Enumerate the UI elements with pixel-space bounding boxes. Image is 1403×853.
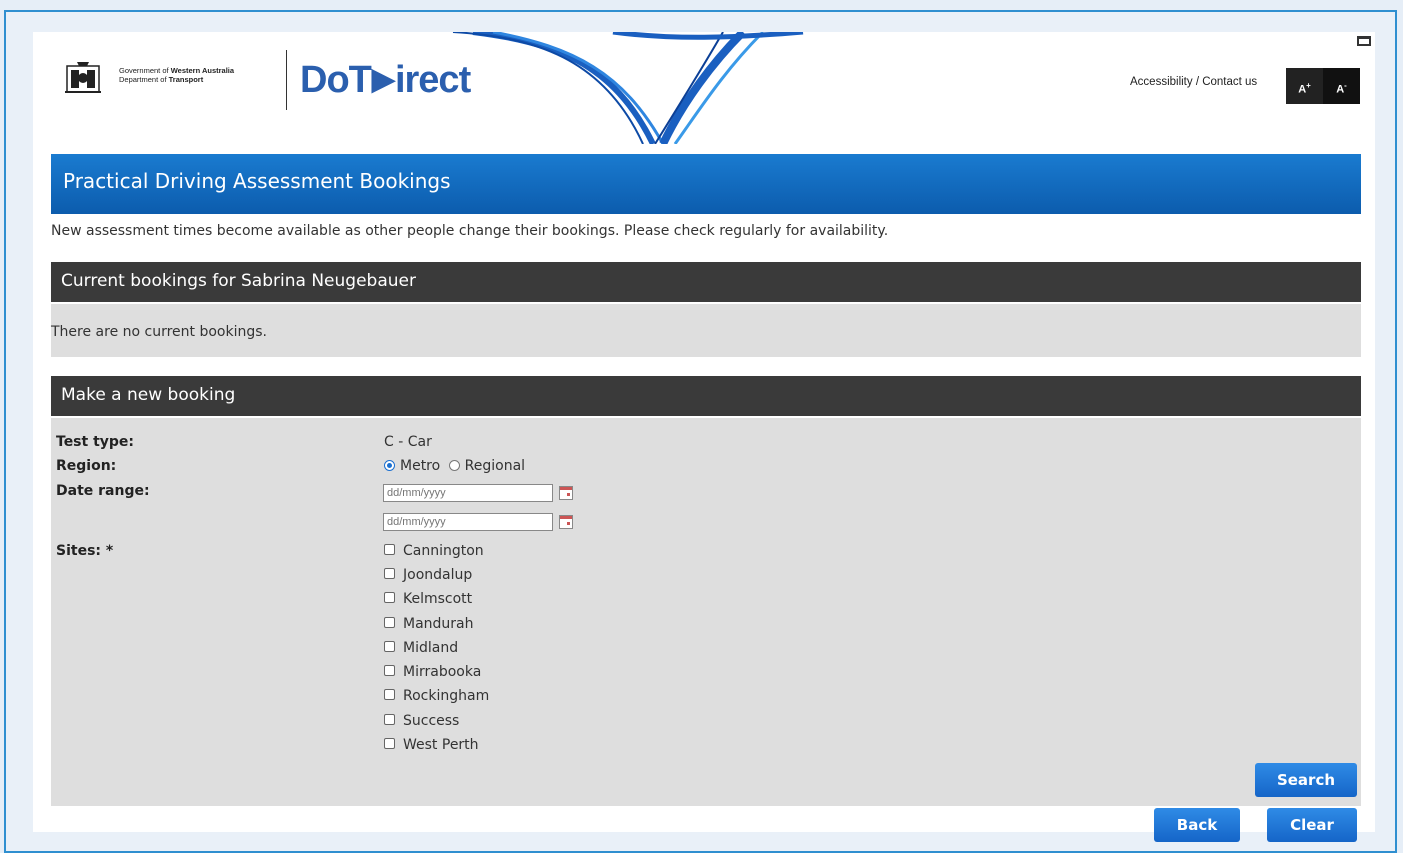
page-title: Practical Driving Assessment Bookings: [51, 154, 1361, 214]
new-booking-heading: Make a new booking: [51, 376, 1361, 416]
new-booking-form: Test type: C - Car Region: Metro Regiona…: [51, 418, 1361, 806]
font-decrease-button[interactable]: A-: [1323, 68, 1360, 104]
availability-notice: New assessment times become available as…: [51, 223, 889, 239]
site-option-west-perth[interactable]: West Perth: [384, 737, 479, 753]
minimize-icon[interactable]: [1357, 36, 1371, 46]
clear-button[interactable]: Clear: [1267, 808, 1357, 842]
current-bookings-heading: Current bookings for Sabrina Neugebauer: [51, 262, 1361, 302]
checkbox[interactable]: [384, 714, 395, 725]
region-regional-label: Regional: [464, 458, 526, 474]
logo-play-icon: ▶: [371, 63, 395, 96]
page-container: Government of Western Australia Departme…: [33, 32, 1375, 842]
checkbox[interactable]: [384, 592, 395, 603]
font-increase-button[interactable]: A+: [1286, 68, 1323, 104]
region-label: Region:: [56, 458, 117, 474]
header-swoosh-graphic: [452, 32, 804, 144]
region-regional-radio[interactable]: [448, 460, 460, 471]
search-button[interactable]: Search: [1255, 763, 1357, 797]
checkbox[interactable]: [384, 544, 395, 555]
date-from-input[interactable]: [383, 484, 553, 502]
checkbox[interactable]: [384, 738, 395, 749]
region-metro-label: Metro: [400, 458, 441, 474]
government-text: Government of Western Australia Departme…: [119, 66, 235, 84]
region-metro-radio[interactable]: [384, 460, 395, 471]
site-header: Government of Western Australia Departme…: [33, 32, 1375, 144]
browser-frame: Government of Western Australia Departme…: [4, 10, 1397, 853]
date-range-label: Date range:: [56, 483, 150, 499]
sites-label: Sites: *: [56, 543, 114, 559]
date-to-input[interactable]: [383, 513, 553, 531]
accessibility-contact-link[interactable]: Accessibility / Contact us: [1130, 76, 1257, 88]
site-option-mandurah[interactable]: Mandurah: [384, 616, 474, 632]
checkbox[interactable]: [384, 641, 395, 652]
current-bookings-message: There are no current bookings.: [51, 304, 1361, 357]
test-type-label: Test type:: [56, 434, 135, 450]
site-option-cannington[interactable]: Cannington: [384, 543, 484, 559]
site-option-kelmscott[interactable]: Kelmscott: [384, 591, 472, 607]
site-option-midland[interactable]: Midland: [384, 640, 458, 656]
header-divider: [286, 50, 287, 110]
region-options: Metro Regional: [384, 458, 525, 474]
date-from-calendar-icon[interactable]: [559, 486, 573, 500]
checkbox[interactable]: [384, 689, 395, 700]
wa-crest-icon: [65, 62, 101, 93]
test-type-value: C - Car: [384, 434, 432, 450]
date-to-calendar-icon[interactable]: [559, 515, 573, 529]
site-option-mirrabooka[interactable]: Mirrabooka: [384, 664, 481, 680]
back-button[interactable]: Back: [1154, 808, 1240, 842]
site-option-joondalup[interactable]: Joondalup: [384, 567, 472, 583]
checkbox[interactable]: [384, 568, 395, 579]
site-option-success[interactable]: Success: [384, 713, 459, 729]
checkbox[interactable]: [384, 665, 395, 676]
site-option-rockingham[interactable]: Rockingham: [384, 688, 489, 704]
checkbox[interactable]: [384, 617, 395, 628]
